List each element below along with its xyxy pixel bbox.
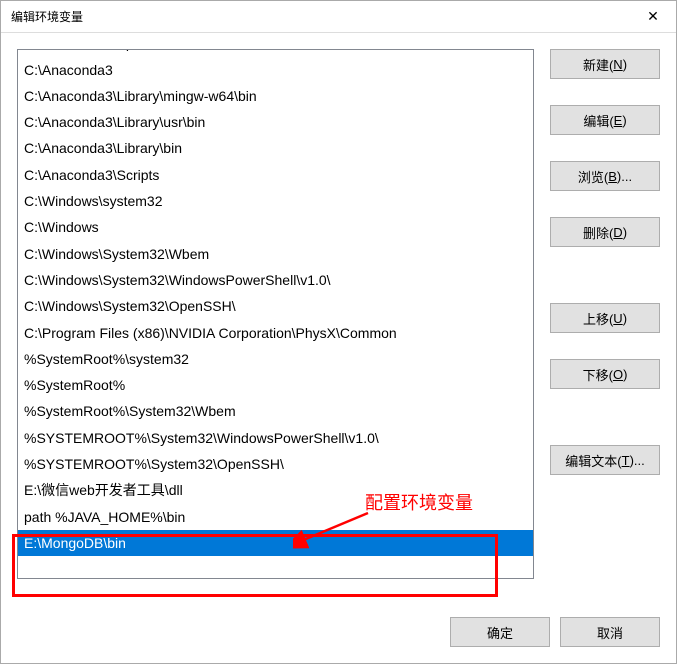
path-list-item[interactable]: E:\MongoDB\bin xyxy=(18,530,533,556)
moveup-tail: ) xyxy=(623,311,627,326)
edit-label: 编辑( xyxy=(583,111,613,130)
path-list-item[interactable]: path %JAVA_HOME%\bin xyxy=(18,504,533,530)
new-label: 新建( xyxy=(583,55,613,74)
edit-accel: E xyxy=(614,113,623,128)
moveup-accel: U xyxy=(613,311,622,326)
delete-tail: ) xyxy=(623,225,627,240)
path-list-item[interactable]: C:\Anaconda3\Library\bin xyxy=(18,135,533,161)
close-button[interactable]: ✕ xyxy=(630,1,676,33)
path-list-item[interactable]: C:\Windows\System32\OpenSSH\ xyxy=(18,293,533,319)
delete-accel: D xyxy=(613,225,622,240)
delete-button[interactable]: 删除(D) xyxy=(550,217,660,247)
dialog-footer: 确定 取消 xyxy=(1,607,676,663)
path-list-item[interactable]: C:\Windows\System32\Wbem xyxy=(18,241,533,267)
edittext-tail: )... xyxy=(630,453,645,468)
movedown-tail: ) xyxy=(623,367,627,382)
path-list-item[interactable]: %SYSTEMROOT%\System32\OpenSSH\ xyxy=(18,451,533,477)
sidebar-buttons: 新建(N) 编辑(E) 浏览(B)... 删除(D) 上移(U) 下移(O) xyxy=(550,49,660,591)
path-list-item[interactable]: C:\Windows\System32\WindowsPowerShell\v1… xyxy=(18,267,533,293)
path-list-item[interactable]: C:\Anaconda3 xyxy=(18,57,533,83)
path-list-item[interactable]: %SystemRoot%\system32 xyxy=(18,346,533,372)
movedown-button[interactable]: 下移(O) xyxy=(550,359,660,389)
browse-tail: )... xyxy=(617,169,632,184)
path-list-item-empty[interactable] xyxy=(18,556,533,578)
path-list-item[interactable]: %SYSTEMROOT%\System32\WindowsPowerShell\… xyxy=(18,425,533,451)
edit-button[interactable]: 编辑(E) xyxy=(550,105,660,135)
new-tail: ) xyxy=(623,57,627,72)
path-list-item[interactable]: C:\Anaconda3\Library\usr\bin xyxy=(18,109,533,135)
new-button[interactable]: 新建(N) xyxy=(550,49,660,79)
path-list-item[interactable]: E:\微信web开发者工具\dll xyxy=(18,477,533,503)
new-accel: N xyxy=(613,57,622,72)
edittext-button[interactable]: 编辑文本(T)... xyxy=(550,445,660,475)
path-list-item[interactable]: C:\Users\an\Scripts xyxy=(18,49,533,57)
path-list-item[interactable]: C:\Program Files (x86)\NVIDIA Corporatio… xyxy=(18,320,533,346)
close-icon: ✕ xyxy=(647,8,659,25)
moveup-label: 上移( xyxy=(583,309,613,328)
browse-label: 浏览( xyxy=(578,167,608,186)
path-list-item[interactable]: C:\Anaconda3\Scripts xyxy=(18,162,533,188)
env-var-edit-dialog: 编辑环境变量 ✕ C:\Users\an\Library\binC:\Users… xyxy=(0,0,677,664)
dialog-title: 编辑环境变量 xyxy=(11,8,83,25)
edit-tail: ) xyxy=(622,113,626,128)
movedown-accel: O xyxy=(613,367,623,382)
cancel-button[interactable]: 取消 xyxy=(560,617,660,647)
movedown-label: 下移( xyxy=(583,365,613,384)
path-list-item[interactable]: C:\Windows xyxy=(18,214,533,240)
path-list-item[interactable]: C:\Anaconda3\Library\mingw-w64\bin xyxy=(18,83,533,109)
path-list-item[interactable]: C:\Windows\system32 xyxy=(18,188,533,214)
moveup-button[interactable]: 上移(U) xyxy=(550,303,660,333)
edittext-label: 编辑文本( xyxy=(565,451,621,470)
dialog-content: C:\Users\an\Library\binC:\Users\an\Scrip… xyxy=(1,33,676,607)
ok-button[interactable]: 确定 xyxy=(450,617,550,647)
path-list-item[interactable]: %SystemRoot%\System32\Wbem xyxy=(18,398,533,424)
browse-accel: B xyxy=(608,169,617,184)
path-listbox[interactable]: C:\Users\an\Library\binC:\Users\an\Scrip… xyxy=(17,49,534,579)
titlebar: 编辑环境变量 ✕ xyxy=(1,1,676,33)
list-container: C:\Users\an\Library\binC:\Users\an\Scrip… xyxy=(17,49,534,591)
edittext-accel: T xyxy=(622,453,630,468)
browse-button[interactable]: 浏览(B)... xyxy=(550,161,660,191)
path-list-item[interactable]: %SystemRoot% xyxy=(18,372,533,398)
delete-label: 删除( xyxy=(583,223,613,242)
